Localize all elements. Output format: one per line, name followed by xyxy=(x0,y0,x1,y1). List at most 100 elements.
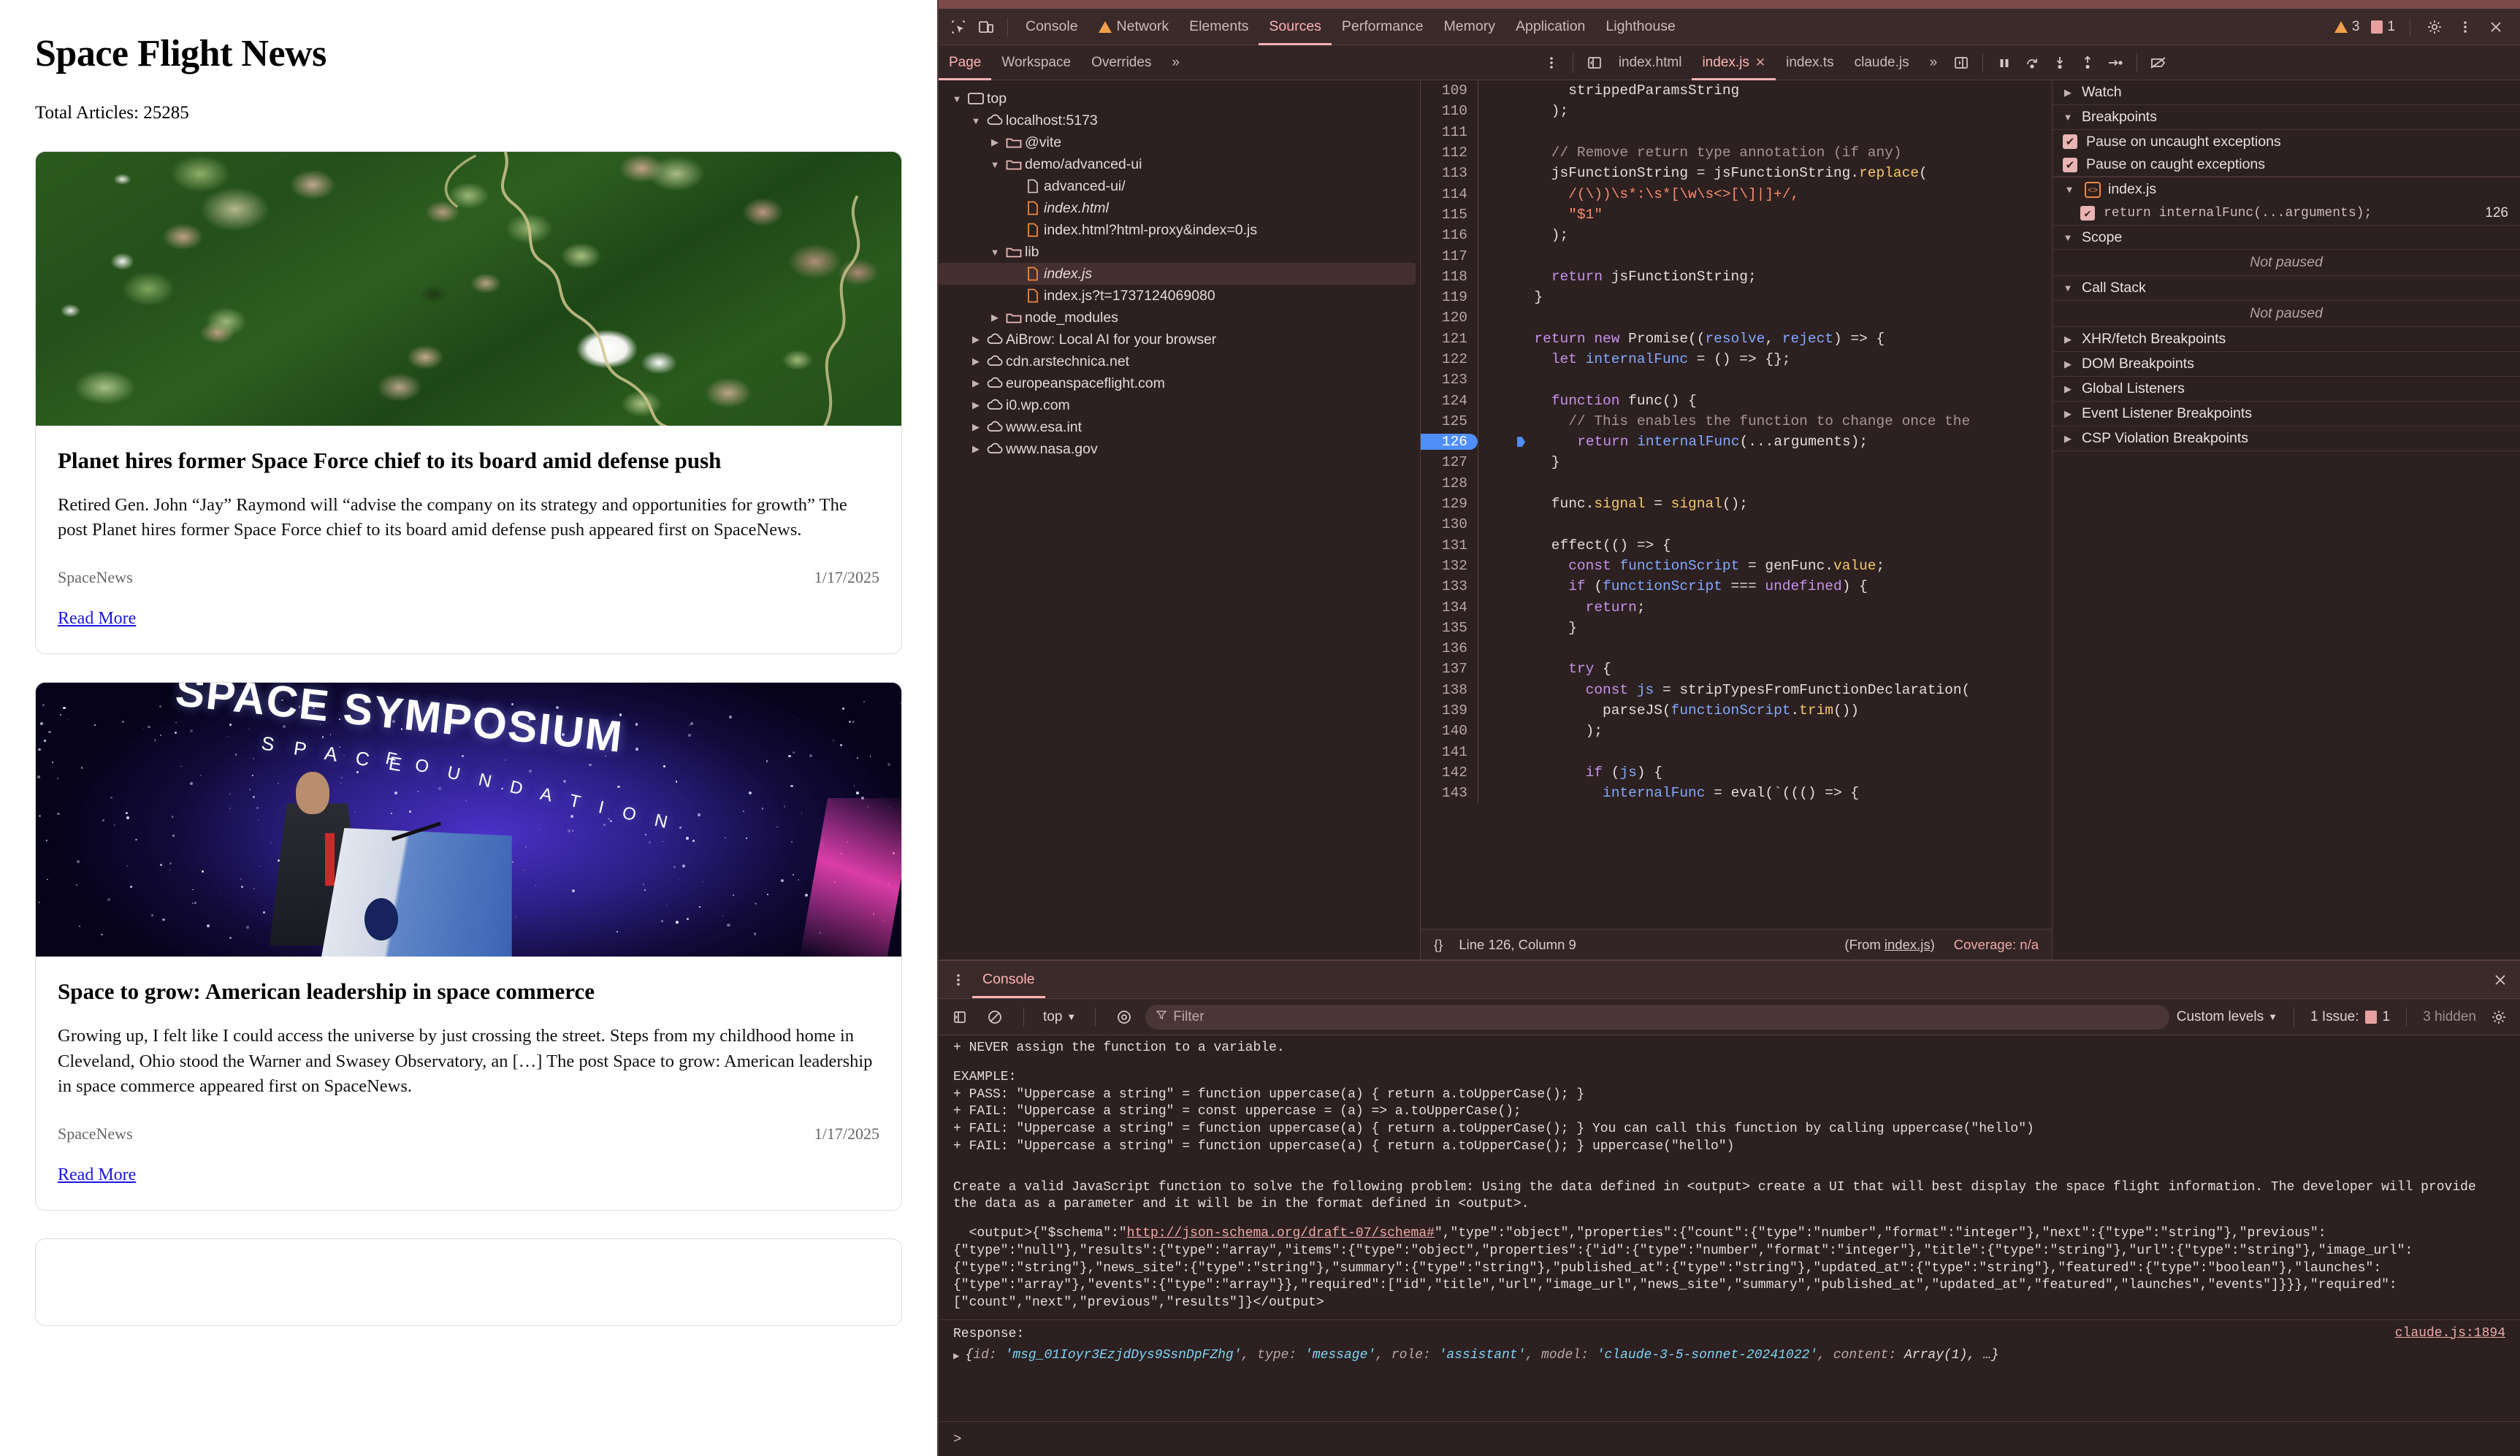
tree-item-i0-wp-com[interactable]: ▶i0.wp.com xyxy=(939,394,1420,416)
code-line[interactable]: 131 effect(() => { xyxy=(1421,535,2052,556)
code-line[interactable]: 115 "$1" xyxy=(1421,204,2052,225)
line-number[interactable]: 109 xyxy=(1421,83,1478,99)
code-line[interactable]: 132 const functionScript = genFunc.value… xyxy=(1421,556,2052,576)
line-number[interactable]: 113 xyxy=(1421,165,1478,181)
tree-item-www-nasa-gov[interactable]: ▶www.nasa.gov xyxy=(939,438,1420,460)
code-line[interactable]: 121 return new Promise((resolve, reject)… xyxy=(1421,329,2052,349)
code-line[interactable]: 113 jsFunctionString = jsFunctionString.… xyxy=(1421,163,2052,183)
code-line[interactable]: 127 } xyxy=(1421,452,2052,472)
article-card[interactable]: Planet hires former Space Force chief to… xyxy=(35,151,902,654)
code-line[interactable]: 129 func.signal = signal(); xyxy=(1421,494,2052,514)
code-line[interactable]: 143 internalFunc = eval(`((() => { xyxy=(1421,783,2052,803)
inspect-element-icon[interactable] xyxy=(944,13,972,41)
line-number[interactable]: 119 xyxy=(1421,289,1478,305)
file-navigator-tree[interactable]: ▼top▼localhost:5173▶@vite▼demo/advanced-… xyxy=(939,80,1421,959)
code-line[interactable]: 133 if (functionScript === undefined) { xyxy=(1421,576,2052,597)
code-line[interactable]: 136 xyxy=(1421,638,2052,659)
section-dom-breakpoints[interactable]: ▶ DOM Breakpoints xyxy=(2053,352,2520,377)
code-line[interactable]: 109 strippedParamsString xyxy=(1421,80,2052,101)
subtab-page[interactable]: Page xyxy=(939,45,991,80)
navigator-more-options-icon[interactable] xyxy=(1538,49,1565,77)
code-line[interactable]: 122 let internalFunc = () => {}; xyxy=(1421,349,2052,369)
tab-memory[interactable]: Memory xyxy=(1434,9,1505,45)
line-number[interactable]: 129 xyxy=(1421,496,1478,512)
code-line[interactable]: 138 const js = stripTypesFromFunctionDec… xyxy=(1421,680,2052,700)
response-object-row[interactable]: ▶ {id: 'msg_01Ioyr3EzjdDys9SsnDpFZhg', t… xyxy=(939,1344,2520,1363)
line-number[interactable]: 131 xyxy=(1421,537,1478,553)
checkbox-checked-icon[interactable]: ✔ xyxy=(2063,134,2077,149)
code-line[interactable]: 112 // Remove return type annotation (if… xyxy=(1421,142,2052,163)
section-watch[interactable]: ▶ Watch xyxy=(2053,80,2520,105)
console-prompt-row[interactable]: > xyxy=(939,1421,2520,1456)
toggle-navigator-icon[interactable] xyxy=(1581,49,1608,77)
line-number[interactable]: 134 xyxy=(1421,599,1478,616)
line-number[interactable]: 125 xyxy=(1421,413,1478,429)
tree-item-top[interactable]: ▼top xyxy=(939,88,1420,110)
tree-item-node-modules[interactable]: ▶node_modules xyxy=(939,307,1420,329)
tree-item-index-html[interactable]: index.html xyxy=(939,197,1420,219)
code-line[interactable]: 128 xyxy=(1421,473,2052,494)
line-number[interactable]: 128 xyxy=(1421,475,1478,491)
code-line[interactable]: 124 function func() { xyxy=(1421,390,2052,410)
line-number[interactable]: 133 xyxy=(1421,578,1478,594)
code-line[interactable]: 116 ); xyxy=(1421,225,2052,245)
code-line[interactable]: 137 try { xyxy=(1421,659,2052,679)
console-filter-input[interactable]: Filter xyxy=(1145,1005,2169,1030)
pause-caught-exceptions-row[interactable]: ✔ Pause on caught exceptions xyxy=(2053,153,2520,177)
section-global-listeners[interactable]: ▶ Global Listeners xyxy=(2053,377,2520,402)
tab-console[interactable]: Console xyxy=(1015,9,1088,45)
code-line[interactable]: 134 return; xyxy=(1421,597,2052,617)
code-line[interactable]: 141 xyxy=(1421,742,2052,762)
source-origin-link[interactable]: index.js xyxy=(1885,937,1931,952)
line-number[interactable]: 114 xyxy=(1421,186,1478,202)
line-number[interactable]: 117 xyxy=(1421,248,1478,264)
section-xhr-breakpoints[interactable]: ▶ XHR/fetch Breakpoints xyxy=(2053,327,2520,352)
tab-lighthouse[interactable]: Lighthouse xyxy=(1595,9,1685,45)
step-into-icon[interactable] xyxy=(2046,49,2074,77)
json-schema-link[interactable]: http://json-schema.org/draft-07/schema# xyxy=(1127,1226,1435,1241)
article-card-partial[interactable] xyxy=(35,1238,902,1326)
section-call-stack[interactable]: ▼ Call Stack xyxy=(2053,276,2520,301)
read-more-link[interactable]: Read More xyxy=(58,609,136,629)
expand-triangle-icon[interactable]: ▶ xyxy=(953,1348,959,1363)
tree-item-europeanspaceflight-com[interactable]: ▶europeanspaceflight.com xyxy=(939,372,1420,394)
section-breakpoints[interactable]: ▼ Breakpoints xyxy=(2053,105,2520,130)
tab-application[interactable]: Application xyxy=(1505,9,1595,45)
tree-item-vite[interactable]: ▶@vite xyxy=(939,131,1420,153)
breakpoint-item[interactable]: ✔ return internalFunc(...arguments); 126 xyxy=(2053,202,2520,225)
live-expression-icon[interactable] xyxy=(1110,1003,1138,1031)
code-lines-container[interactable]: 109 strippedParamsString110 );111112 // … xyxy=(1421,80,2052,929)
code-line[interactable]: 142 if (js) { xyxy=(1421,762,2052,783)
step-out-icon[interactable] xyxy=(2074,49,2101,77)
line-number[interactable]: 136 xyxy=(1421,640,1478,656)
file-tabs-more-icon[interactable]: » xyxy=(1920,45,1948,80)
tree-item-index-html-html-proxy-index-0-js[interactable]: index.html?html-proxy&index=0.js xyxy=(939,219,1420,241)
pause-uncaught-exceptions-row[interactable]: ✔ Pause on uncaught exceptions xyxy=(2053,130,2520,153)
console-source-link[interactable]: claude.js:1894 xyxy=(2395,1326,2505,1341)
step-over-icon[interactable] xyxy=(2018,49,2046,77)
drawer-more-options-icon[interactable] xyxy=(944,966,972,994)
console-levels-selector[interactable]: Custom levels ▼ xyxy=(2177,1009,2277,1025)
file-tab-index-html[interactable]: index.html xyxy=(1608,45,1692,80)
tab-sources[interactable]: Sources xyxy=(1259,9,1332,45)
close-drawer-icon[interactable] xyxy=(2486,966,2514,994)
more-options-icon[interactable] xyxy=(2451,13,2479,41)
console-sidebar-toggle-icon[interactable] xyxy=(946,1003,974,1031)
code-line[interactable]: 117 xyxy=(1421,245,2052,266)
tab-elements[interactable]: Elements xyxy=(1179,9,1259,45)
checkbox-checked-icon[interactable]: ✔ xyxy=(2080,206,2095,221)
clear-console-icon[interactable] xyxy=(981,1003,1009,1031)
line-number[interactable]: 112 xyxy=(1421,145,1478,161)
console-output[interactable]: + NEVER assign the function to a variabl… xyxy=(939,1035,2520,1421)
format-braces-icon[interactable]: {} xyxy=(1434,937,1443,953)
code-line[interactable]: 120 xyxy=(1421,307,2052,328)
code-line[interactable]: 140 ); xyxy=(1421,721,2052,741)
section-event-listener-breakpoints[interactable]: ▶ Event Listener Breakpoints xyxy=(2053,402,2520,426)
article-card[interactable]: SPACE SYMPOSIUM S P A C E F O U N D A T … xyxy=(35,682,902,1211)
line-number[interactable]: 127 xyxy=(1421,454,1478,470)
tree-item-aibrow-local-ai-for-your-browser[interactable]: ▶AiBrow: Local AI for your browser xyxy=(939,329,1420,350)
tab-performance[interactable]: Performance xyxy=(1332,9,1434,45)
toggle-debugger-sidebar-icon[interactable] xyxy=(1947,49,1975,77)
file-tab-claude-js[interactable]: claude.js xyxy=(1844,45,1920,80)
subtab-workspace[interactable]: Workspace xyxy=(991,45,1081,80)
